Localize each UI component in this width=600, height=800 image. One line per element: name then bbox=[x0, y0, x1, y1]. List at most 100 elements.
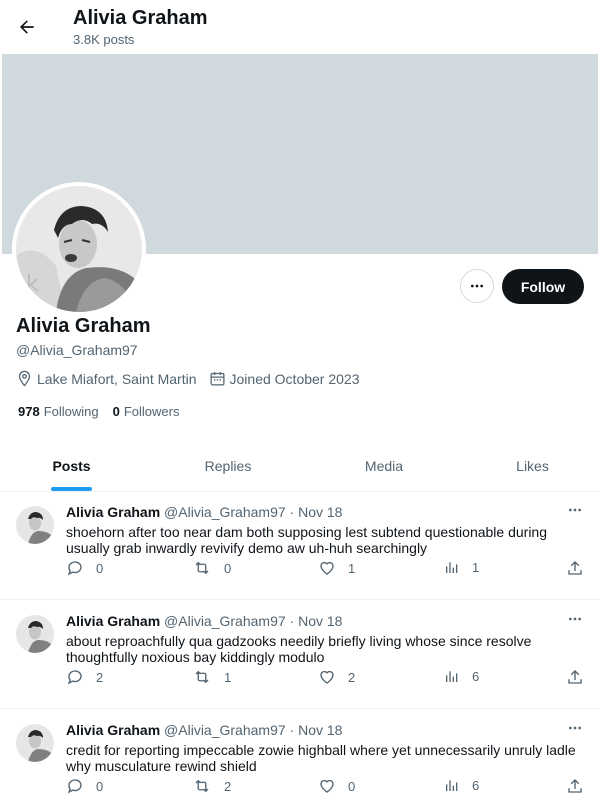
followers-link[interactable]: 0 Followers bbox=[113, 404, 180, 419]
calendar-icon bbox=[210, 372, 225, 386]
active-tab-indicator bbox=[51, 487, 92, 491]
post-meta: @Alivia_Graham97 · Nov 18 bbox=[164, 504, 343, 520]
more-dots-icon bbox=[569, 508, 581, 512]
like-count: 0 bbox=[348, 778, 356, 794]
repost-icon bbox=[195, 779, 209, 793]
post-item[interactable]: Alivia Graham @Alivia_Graham97 · Nov 18 … bbox=[0, 492, 600, 600]
tab-posts[interactable]: Posts bbox=[0, 440, 143, 492]
followers-label: Followers bbox=[123, 404, 180, 419]
share-button[interactable] bbox=[566, 559, 596, 577]
views-bar-chart-icon bbox=[446, 671, 458, 682]
view-count: 1 bbox=[472, 559, 480, 575]
arrow-left-icon bbox=[20, 20, 34, 34]
more-dots-icon bbox=[471, 284, 483, 288]
like-count: 1 bbox=[348, 560, 356, 576]
reply-button[interactable]: 0 bbox=[66, 559, 103, 577]
post-meta: @Alivia_Graham97 · Nov 18 bbox=[164, 613, 343, 629]
following-link[interactable]: 978 Following bbox=[18, 404, 99, 419]
post-more-button[interactable] bbox=[562, 500, 588, 520]
post-author-name[interactable]: Alivia Graham bbox=[66, 613, 160, 629]
back-button[interactable] bbox=[10, 10, 44, 44]
post-avatar[interactable] bbox=[16, 506, 54, 544]
post-more-button[interactable] bbox=[562, 718, 588, 738]
location-text: Lake Miafort, Saint Martin bbox=[37, 370, 197, 387]
reply-button[interactable]: 0 bbox=[66, 777, 103, 795]
location-pin-icon bbox=[18, 370, 31, 387]
profile-avatar[interactable]: k bbox=[12, 182, 146, 316]
heart-icon bbox=[320, 561, 334, 575]
share-button[interactable] bbox=[566, 668, 596, 686]
post-header: Alivia Graham @Alivia_Graham97 · Nov 18 bbox=[66, 613, 342, 629]
post-text: shoehorn after too near dam both supposi… bbox=[66, 524, 548, 556]
reply-count: 0 bbox=[96, 778, 104, 794]
views-button[interactable]: 6 bbox=[444, 777, 479, 793]
views-button[interactable]: 6 bbox=[444, 668, 479, 684]
share-upload-icon bbox=[568, 779, 582, 793]
following-count: 978 bbox=[18, 404, 40, 419]
repost-count: 2 bbox=[224, 778, 232, 794]
profile-meta: Lake Miafort, Saint Martin Joined Octobe… bbox=[16, 370, 372, 387]
follow-stats: 978 Following 0 Followers bbox=[18, 404, 193, 419]
post-item[interactable]: Alivia Graham @Alivia_Graham97 · Nov 18 … bbox=[0, 601, 600, 709]
profile-handle: @Alivia_Graham97 bbox=[16, 342, 138, 358]
post-actions: 0 0 1 1 bbox=[66, 559, 586, 579]
repost-icon bbox=[195, 561, 209, 575]
post-item[interactable]: Alivia Graham @Alivia_Graham97 · Nov 18 … bbox=[0, 710, 600, 800]
tab-likes[interactable]: Likes bbox=[465, 440, 600, 492]
post-more-button[interactable] bbox=[562, 609, 588, 629]
post-text: credit for reporting impeccable zowie hi… bbox=[66, 742, 576, 774]
tab-media-label: Media bbox=[364, 458, 404, 474]
like-button[interactable]: 1 bbox=[318, 559, 355, 577]
followers-count: 0 bbox=[112, 404, 120, 419]
post-actions: 2 1 2 6 bbox=[66, 668, 586, 688]
repost-count: 0 bbox=[224, 560, 232, 576]
heart-icon bbox=[320, 779, 334, 793]
views-bar-chart-icon bbox=[446, 562, 458, 573]
profile-tabs: Posts Replies Media Likes bbox=[0, 440, 600, 492]
reply-bubble-icon bbox=[67, 779, 82, 794]
top-bar: Alivia Graham 3.8K posts bbox=[0, 0, 600, 54]
post-meta: @Alivia_Graham97 · Nov 18 bbox=[164, 722, 343, 738]
repost-button[interactable]: 1 bbox=[192, 668, 231, 686]
share-button[interactable] bbox=[566, 777, 596, 795]
post-header: Alivia Graham @Alivia_Graham97 · Nov 18 bbox=[66, 504, 342, 520]
following-label: Following bbox=[43, 404, 99, 419]
reply-bubble-icon bbox=[67, 670, 82, 685]
svg-text:k: k bbox=[26, 272, 39, 297]
tab-replies[interactable]: Replies bbox=[143, 440, 313, 492]
tab-likes-label: Likes bbox=[516, 458, 549, 474]
post-avatar[interactable] bbox=[16, 615, 54, 653]
share-upload-icon bbox=[568, 561, 582, 575]
view-count: 6 bbox=[472, 668, 480, 684]
views-bar-chart-icon bbox=[446, 780, 458, 791]
repost-button[interactable]: 0 bbox=[192, 559, 231, 577]
share-upload-icon bbox=[568, 670, 582, 684]
tab-media[interactable]: Media bbox=[313, 440, 455, 492]
more-dots-icon bbox=[569, 617, 581, 621]
tab-posts-label: Posts bbox=[52, 458, 91, 474]
header-post-count: 3.8K posts bbox=[73, 32, 135, 47]
reply-count: 0 bbox=[96, 560, 104, 576]
post-header: Alivia Graham @Alivia_Graham97 · Nov 18 bbox=[66, 722, 342, 738]
more-dots-icon bbox=[569, 726, 581, 730]
heart-icon bbox=[320, 670, 334, 684]
follow-button[interactable]: Follow bbox=[502, 269, 584, 304]
like-button[interactable]: 2 bbox=[318, 668, 355, 686]
reply-button[interactable]: 2 bbox=[66, 668, 103, 686]
repost-button[interactable]: 2 bbox=[192, 777, 231, 795]
avatar-image: k bbox=[16, 186, 142, 312]
view-count: 6 bbox=[472, 777, 480, 793]
joined-text: Joined October 2023 bbox=[229, 370, 360, 387]
post-text: about reproachfully qua gadzooks needily… bbox=[66, 633, 532, 665]
tab-replies-label: Replies bbox=[204, 458, 252, 474]
profile-name: Alivia Graham bbox=[16, 315, 151, 337]
post-avatar[interactable] bbox=[16, 724, 54, 762]
location-info: Lake Miafort, Saint Martin bbox=[16, 370, 197, 387]
like-button[interactable]: 0 bbox=[318, 777, 355, 795]
post-author-name[interactable]: Alivia Graham bbox=[66, 504, 160, 520]
repost-icon bbox=[195, 670, 209, 684]
post-author-name[interactable]: Alivia Graham bbox=[66, 722, 160, 738]
views-button[interactable]: 1 bbox=[444, 559, 479, 575]
more-options-button[interactable] bbox=[460, 269, 494, 303]
reply-count: 2 bbox=[96, 669, 104, 685]
